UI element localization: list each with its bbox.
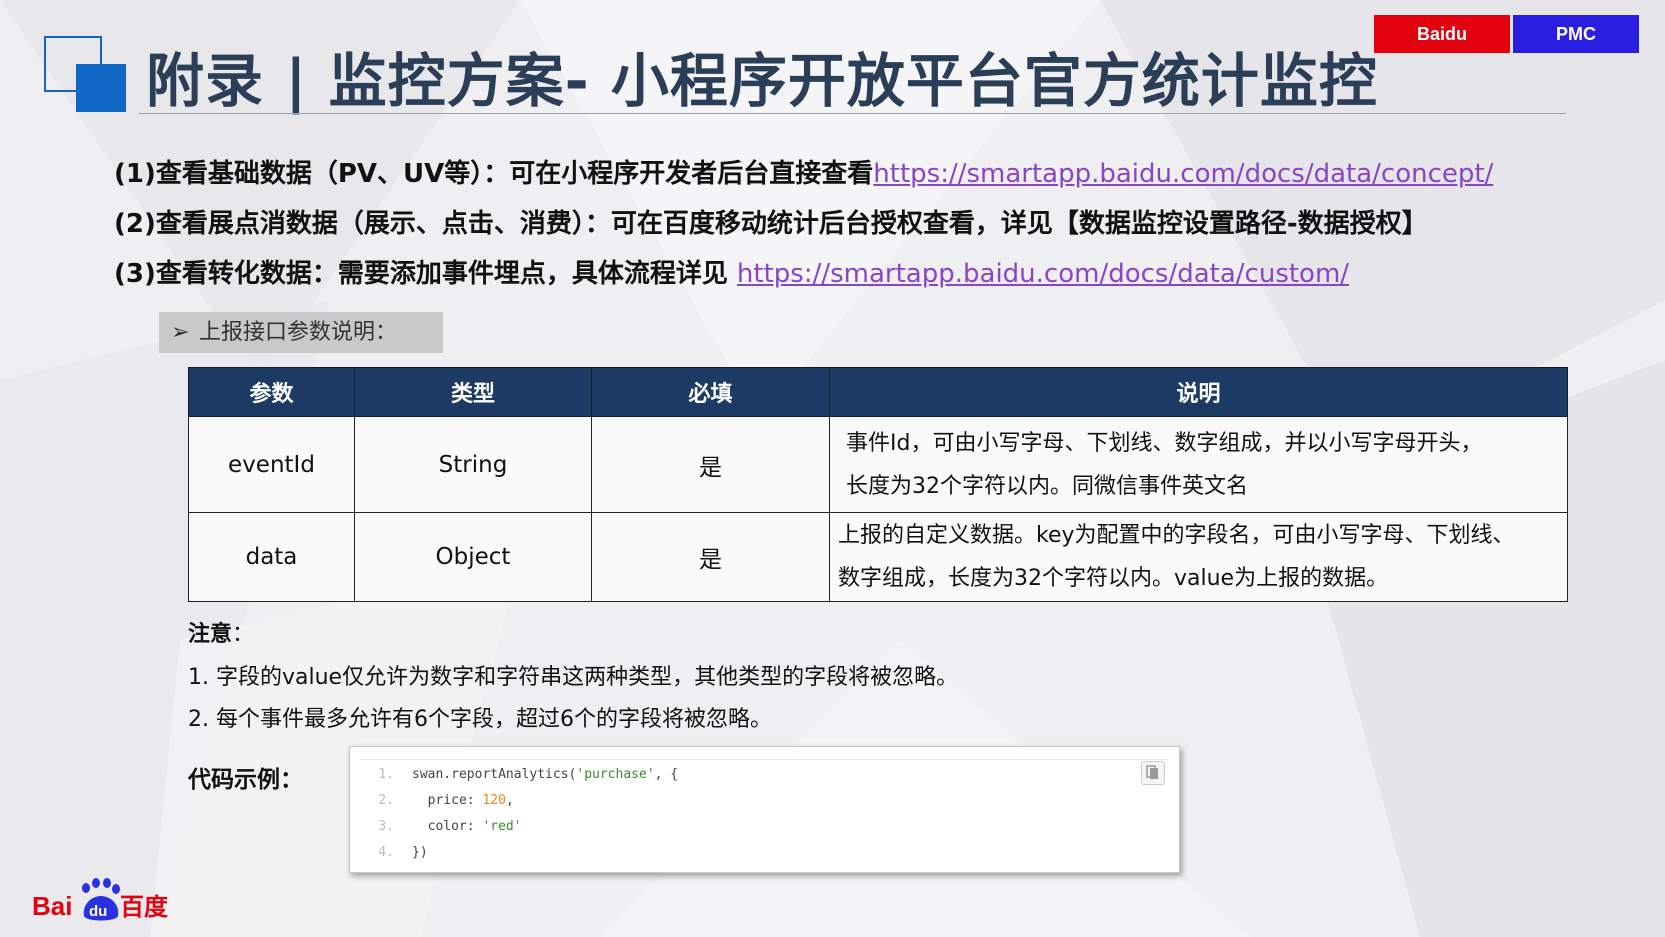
code-text: swan.reportAnalytics( [412, 767, 577, 782]
notes-heading: 注意： [188, 616, 254, 648]
code-number: 120 [482, 793, 506, 808]
line-number: 4. [378, 845, 394, 860]
note-item: 2. 每个事件最多允许有6个字段，超过6个的字段将被忽略。 [188, 707, 772, 732]
code-snippet: 1. swan.reportAnalytics('purchase', { 2. … [349, 746, 1180, 873]
column-header-param: 参数 [188, 367, 355, 417]
column-header-required: 必填 [591, 367, 830, 417]
code-text: price: [412, 793, 483, 808]
svg-text:百度: 百度 [120, 893, 169, 921]
cell-required: 是 [591, 416, 830, 513]
line-number: 3. [378, 819, 394, 834]
description-line: 事件Id，可由小写字母、下划线、数字组成，并以小写字母开头， [846, 430, 1483, 456]
cell-required: 是 [591, 512, 830, 602]
concept-doc-link[interactable]: https://smartapp.baidu.com/docs/data/con… [873, 159, 1493, 189]
code-line: 3. color: 'red' [360, 814, 522, 840]
cell-description: 事件Id，可由小写字母、下划线、数字组成，并以小写字母开头， 长度为32个字符以… [829, 416, 1568, 513]
code-example-label: 代码示例： [188, 767, 303, 793]
table-row: data Object 是 上报的自定义数据。key为配置中的字段名，可由小写字… [188, 512, 1568, 602]
cell-type: String [354, 416, 592, 513]
code-text: , [505, 793, 514, 808]
code-text: color: [412, 819, 483, 834]
baidu-logo: Bai du 百度 [32, 878, 169, 921]
code-text: , { [654, 767, 679, 782]
table-header-row: 参数 类型 必填 说明 [188, 367, 1568, 417]
description-line: 数字组成，长度为32个字符以内。value为上报的数据。 [838, 566, 1389, 591]
notes-title-colon: ： [232, 622, 255, 647]
title-divider [139, 113, 1566, 114]
svg-text:Bai: Bai [32, 891, 72, 921]
cell-description: 上报的自定义数据。key为配置中的字段名，可由小写字母、下划线、 数字组成，长度… [829, 512, 1568, 602]
info-line-impression-data: (2)查看展点消数据（展示、点击、消费）：可在百度移动统计后台授权查看，详见【数… [114, 203, 1428, 240]
code-line: 2. price: 120, [360, 788, 514, 814]
notes-title: 注意 [188, 622, 233, 647]
arrow-bullet-icon: ➢ [171, 320, 190, 345]
column-header-description: 说明 [829, 367, 1568, 417]
code-string: 'red' [482, 819, 522, 834]
line-number: 1. [378, 767, 394, 782]
info-line-text: (3)查看转化数据：需要添加事件埋点，具体流程详见 [114, 259, 737, 289]
info-line-conversion-data: (3)查看转化数据：需要添加事件埋点，具体流程详见 https://smarta… [114, 253, 1349, 290]
note-item: 1. 字段的value仅允许为数字和字符串这两种类型，其他类型的字段将被忽略。 [188, 665, 959, 690]
info-line-text: (2)查看展点消数据（展示、点击、消费）：可在百度移动统计后台授权查看，详见【数… [114, 209, 1428, 239]
cell-param: data [188, 512, 355, 602]
subhead-label: 上报接口参数说明： [199, 320, 398, 345]
description-line: 上报的自定义数据。key为配置中的字段名，可由小写字母、下划线、 [838, 523, 1515, 548]
copy-icon[interactable] [1141, 761, 1165, 785]
baidu-tag: Baidu [1374, 15, 1510, 53]
table-row: eventId String 是 事件Id，可由小写字母、下划线、数字组成，并以… [188, 416, 1568, 513]
section-subhead: ➢ 上报接口参数说明： [159, 312, 443, 353]
code-line: 1. swan.reportAnalytics('purchase', { [360, 762, 678, 788]
info-line-basic-data: (1)查看基础数据（PV、UV等）：可在小程序开发者后台直接查看https://… [114, 153, 1493, 190]
custom-doc-link[interactable]: https://smartapp.baidu.com/docs/data/cus… [737, 259, 1349, 289]
code-string: 'purchase' [576, 767, 655, 782]
description-line: 长度为32个字符以内。同微信事件英文名 [846, 473, 1248, 499]
column-header-type: 类型 [354, 367, 592, 417]
line-number: 2. [378, 793, 394, 808]
info-line-text: (1)查看基础数据（PV、UV等）：可在小程序开发者后台直接查看 [114, 159, 874, 189]
code-line: 4.}) [360, 840, 428, 866]
title-accent-squares [44, 36, 126, 114]
svg-text:du: du [89, 903, 107, 920]
code-text: }) [412, 845, 428, 860]
cell-param: eventId [188, 416, 355, 513]
parameter-table: 参数 类型 必填 说明 eventId String 是 事件Id，可由小写字母… [188, 367, 1568, 602]
cell-type: Object [354, 512, 592, 602]
page-title: 附录 | 监控方案- 小程序开放平台官方统计监控 [146, 47, 1378, 115]
pmc-tag: PMC [1513, 15, 1639, 53]
